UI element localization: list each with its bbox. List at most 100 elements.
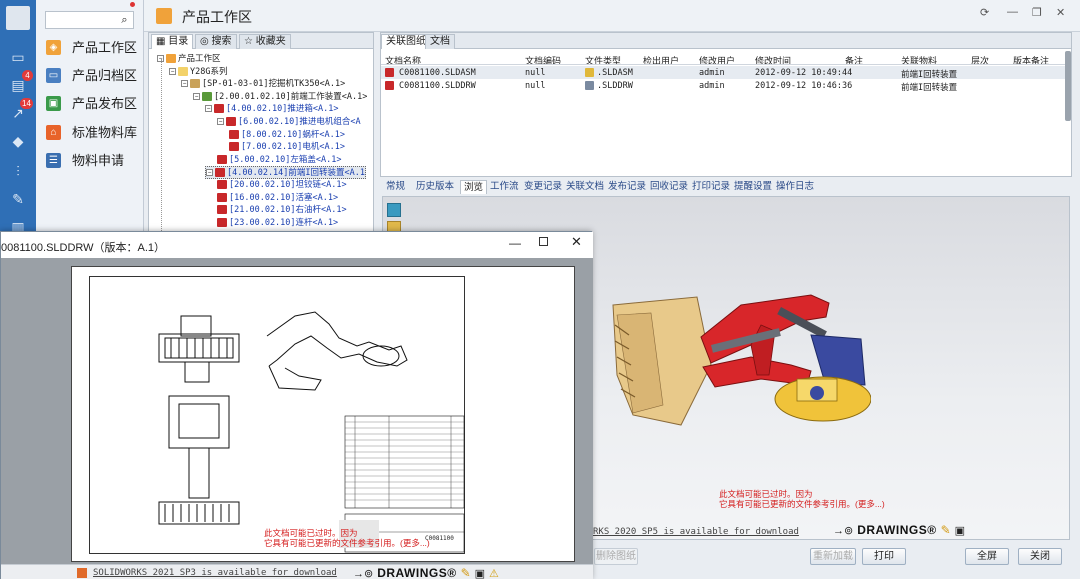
close-button[interactable]: 关闭 <box>1018 548 1062 565</box>
nav-item-standard-library[interactable]: ⌂ 标准物料库 <box>46 121 142 145</box>
tree-node[interactable]: − Y28G系列 <box>169 66 227 79</box>
drawing-warning-line2[interactable]: 它具有可能已更新的文件参考引用。(更多...) <box>264 538 430 549</box>
nav-item-product-workspace[interactable]: ◈ 产品工作区 <box>46 36 142 60</box>
maximize-icon[interactable] <box>539 237 548 246</box>
drawing-window-title: 0081100.SLDDRW（版本：A.1） <box>1 242 166 254</box>
minimize-icon[interactable]: — <box>1007 6 1018 18</box>
tab-label: 搜索 <box>211 36 232 47</box>
expand-toggle-icon[interactable]: − <box>169 67 176 75</box>
table-cell-type: .SLDDRW <box>597 81 633 91</box>
preview-tab[interactable]: 回收记录 <box>650 180 688 194</box>
close-icon[interactable]: ✕ <box>571 234 582 250</box>
preview-tab[interactable]: 打印记录 <box>692 180 730 194</box>
file-type-icon <box>585 68 594 77</box>
preview-tab[interactable]: 常规 <box>386 180 405 194</box>
pencil-icon[interactable]: ✎ <box>461 566 471 579</box>
nav-item-label: 标准物料库 <box>72 125 138 140</box>
fullscreen-button[interactable]: 全屏 <box>965 548 1009 565</box>
tree-node[interactable]: − [2.00.01.02.10]前端工作装置<A.1> <box>193 91 367 104</box>
tree-tabs: ▦ 目录 ◎ 搜索 ☆ 收藏夹 <box>149 33 373 49</box>
close-icon[interactable]: ✕ <box>1056 6 1065 19</box>
warning-icon[interactable]: ⚠ <box>489 567 499 579</box>
nav-item-product-archive[interactable]: ▭ 产品归档区 <box>46 64 142 88</box>
node-type-icon <box>215 168 225 178</box>
tree-node[interactable]: [8.00.02.10]蜗杆<A.1> <box>229 129 345 142</box>
monitor-icon[interactable]: ▭ <box>9 48 27 66</box>
tab-documents[interactable]: 文档 <box>425 34 455 49</box>
preview-tab[interactable]: 操作日志 <box>776 180 814 194</box>
user-avatar[interactable] <box>6 6 30 30</box>
wrench-icon[interactable]: ✎ <box>9 190 27 208</box>
delete-drawing-button[interactable]: 删除图纸 <box>594 548 638 565</box>
tab-directory[interactable]: ▦ 目录 <box>151 34 194 49</box>
node-type-icon <box>166 54 176 63</box>
expand-toggle-icon[interactable]: − <box>205 105 212 113</box>
reload-button[interactable]: 重新加载 <box>810 548 856 565</box>
preview-tab[interactable]: 历史版本 <box>416 180 454 194</box>
tree-node-label: [20.00.02.10]坦铰链<A.1> <box>229 180 347 190</box>
box-icon[interactable]: ◆ <box>9 132 27 150</box>
node-type-icon <box>229 142 239 152</box>
expand-toggle-icon[interactable]: − <box>181 80 188 88</box>
node-type-icon <box>217 205 227 215</box>
tree-node[interactable]: − [4.00.02.10]推进箱<A.1> <box>205 103 339 116</box>
preview-tab[interactable]: 提醒设置 <box>734 180 772 194</box>
tree-node[interactable]: − 产品工作区 <box>157 53 221 66</box>
print-button[interactable]: 打印 <box>862 548 906 565</box>
update-link[interactable]: SOLIDWORKS 2021 SP3 is available for dow… <box>93 568 337 578</box>
solidworks-file-icon <box>385 68 394 77</box>
table-cell-name: C0081100.SLDASM <box>399 68 476 78</box>
update-link[interactable]: RKS 2020 SP5 is available for download <box>593 527 799 537</box>
expand-toggle-icon[interactable]: − <box>206 169 213 177</box>
sliders-icon[interactable]: ⫶ <box>9 162 27 180</box>
restore-icon[interactable]: ❐ <box>1032 6 1042 19</box>
table-cell-time: 2012-09-12 10:46:36 <box>755 81 853 91</box>
tab-search[interactable]: ◎ 搜索 <box>195 34 237 49</box>
tab-label: 目录 <box>168 36 189 47</box>
grid-icon: ▦ <box>156 36 166 47</box>
tree-node[interactable]: [23.00.02.10]连杆<A.1> <box>217 217 338 230</box>
expand-toggle-icon[interactable]: − <box>217 118 224 125</box>
expand-toggle-icon[interactable]: − <box>193 92 200 100</box>
drawing-canvas[interactable]: 此文档可能已过时。因为 它具有可能已更新的文件参考引用。(更多...) C008… <box>1 258 593 564</box>
outdated-warning-line2[interactable]: 它具有可能已更新的文件参考引用。(更多...) <box>719 499 885 510</box>
tree-node[interactable]: [16.00.02.10]活塞<A.1> <box>217 192 338 205</box>
tree-node-label: 产品工作区 <box>178 54 221 64</box>
view-toolbar-icon[interactable] <box>387 203 401 217</box>
preview-tab[interactable]: 发布记录 <box>608 180 646 194</box>
nav-item-product-publish[interactable]: ▣ 产品发布区 <box>46 92 142 116</box>
file-panel: 关联图纸 文档 文档名称 文档编码 文件类型 检出用户 修改用户 修改时间 备注 关联物料 层次… <box>380 32 1072 177</box>
preview-tab[interactable]: 关联文档 <box>566 180 604 194</box>
camera-icon[interactable]: ▣ <box>475 567 485 579</box>
node-type-icon <box>214 104 224 114</box>
table-cell-material: 前端I回转装置 <box>901 83 958 93</box>
pencil-icon[interactable]: ✎ <box>941 523 951 537</box>
workspace-icon <box>156 8 172 24</box>
publish-icon: ▣ <box>46 96 61 111</box>
library-icon: ⌂ <box>46 125 61 140</box>
preview-tab[interactable]: 浏览 <box>460 180 488 194</box>
tree-node[interactable]: [5.00.02.10]左箱盖<A.1> <box>217 154 342 167</box>
nav-search-input[interactable] <box>45 11 117 29</box>
minimize-icon[interactable]: — <box>509 236 521 250</box>
search-icon[interactable]: ⌕ <box>116 11 134 29</box>
tree-node[interactable]: − [SP-01-03-01]挖掘机TK350<A.1> <box>181 78 345 91</box>
nav-item-material-request[interactable]: ☰ 物料申请 <box>46 149 142 173</box>
tab-favorites[interactable]: ☆ 收藏夹 <box>239 34 291 49</box>
tab-related-drawings[interactable]: 关联图纸 <box>381 34 431 49</box>
tree-node[interactable]: [20.00.02.10]坦铰链<A.1> <box>217 179 347 192</box>
camera-icon[interactable]: ▣ <box>955 524 965 537</box>
tree-node-label: [4.00.02.14]前端I回转装置<A.1 <box>227 168 365 179</box>
table-cell-code: null <box>525 81 546 91</box>
table-scrollbar[interactable] <box>1065 51 1071 121</box>
preview-tab[interactable]: 工作流 <box>490 180 519 194</box>
refresh-icon[interactable]: ⟳ <box>980 6 989 19</box>
preview-tab[interactable]: 变更记录 <box>524 180 562 194</box>
pin-icon[interactable] <box>130 2 135 7</box>
tree-node[interactable]: − [6.00.02.10]推进电机组合<A <box>217 116 361 129</box>
node-type-icon <box>226 117 236 126</box>
tree-node[interactable]: [21.00.02.10]右油杆<A.1> <box>217 204 347 217</box>
node-type-icon <box>202 91 212 101</box>
tree-node[interactable]: − [4.00.02.14]前端I回转装置<A.1 <box>205 166 366 179</box>
tree-node[interactable]: [7.00.02.10]电机<A.1> <box>229 141 345 154</box>
